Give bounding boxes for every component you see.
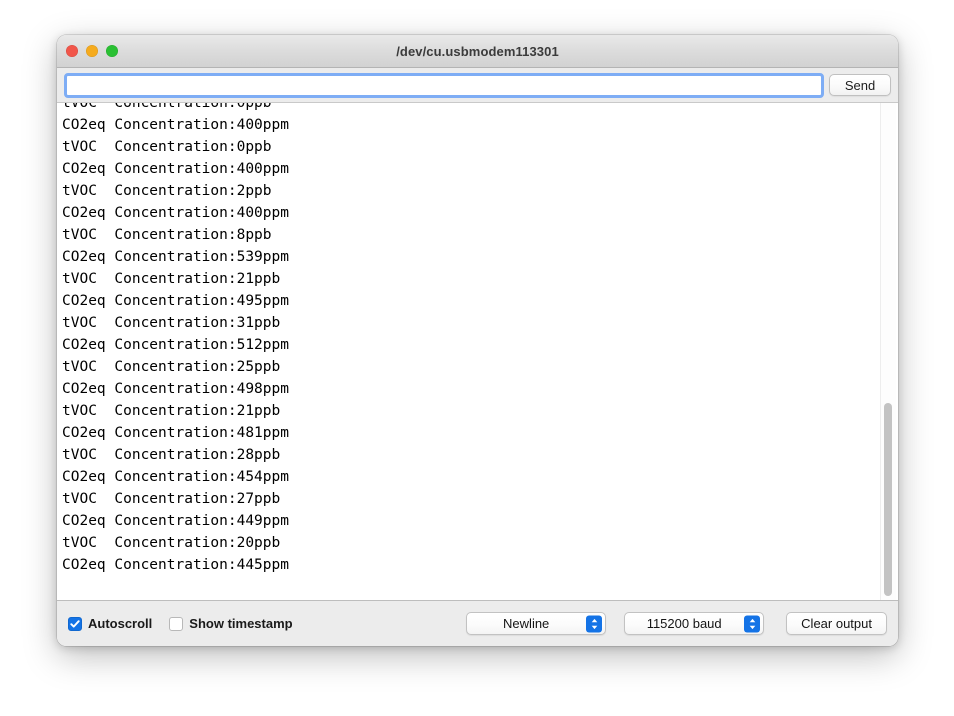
- serial-monitor-window: /dev/cu.usbmodem113301 Send tVOC Concent…: [57, 35, 898, 646]
- line-ending-select[interactable]: Newline: [466, 612, 607, 635]
- show-timestamp-checkbox[interactable]: [169, 616, 184, 631]
- line-ending-value: Newline: [503, 616, 550, 631]
- window-controls: [66, 35, 118, 67]
- console-line: CO2eq Concentration:495ppm: [62, 293, 289, 309]
- autoscroll-checkbox-group[interactable]: Autoscroll: [68, 616, 152, 631]
- console-output-area[interactable]: tVOC Concentration:0ppb CO2eq Concentrati…: [57, 103, 898, 601]
- desktop-background: /dev/cu.usbmodem113301 Send tVOC Concent…: [0, 0, 954, 716]
- console-scrollbar[interactable]: [880, 103, 896, 600]
- clear-output-button[interactable]: Clear output: [786, 612, 887, 635]
- console-line: CO2eq Concentration:454ppm: [62, 469, 289, 485]
- console-output-text: tVOC Concentration:0ppb CO2eq Concentrati…: [57, 103, 898, 576]
- baud-rate-value: 115200 baud: [646, 616, 722, 631]
- minimize-button[interactable]: [86, 45, 98, 57]
- console-line: tVOC Concentration:21ppb: [62, 271, 281, 287]
- baud-rate-select[interactable]: 115200 baud: [624, 612, 765, 635]
- console-line: tVOC Concentration:28ppb: [62, 447, 281, 463]
- console-line: CO2eq Concentration:512ppm: [62, 337, 289, 353]
- maximize-button[interactable]: [106, 45, 118, 57]
- console-line: tVOC Concentration:0ppb: [62, 139, 272, 155]
- console-line: CO2eq Concentration:400ppm: [62, 117, 289, 133]
- send-button[interactable]: Send: [829, 74, 891, 96]
- console-line: tVOC Concentration:27ppb: [62, 491, 281, 507]
- window-titlebar[interactable]: /dev/cu.usbmodem113301: [57, 35, 898, 68]
- console-line: CO2eq Concentration:498ppm: [62, 381, 289, 397]
- console-line: CO2eq Concentration:449ppm: [62, 513, 289, 529]
- console-line: tVOC Concentration:20ppb: [62, 535, 281, 551]
- show-timestamp-label: Show timestamp: [189, 616, 293, 631]
- console-line: CO2eq Concentration:400ppm: [62, 205, 289, 221]
- console-line: tVOC Concentration:2ppb: [62, 183, 272, 199]
- console-scrollbar-thumb[interactable]: [884, 403, 892, 596]
- console-line: CO2eq Concentration:539ppm: [62, 249, 289, 265]
- autoscroll-label: Autoscroll: [88, 616, 153, 631]
- checkmark-icon: [70, 619, 80, 628]
- console-line: CO2eq Concentration:481ppm: [62, 425, 289, 441]
- console-line: tVOC Concentration:21ppb: [62, 403, 281, 419]
- chevron-up-down-icon: [744, 615, 761, 632]
- autoscroll-checkbox[interactable]: [68, 616, 82, 631]
- console-line: CO2eq Concentration:400ppm: [62, 161, 289, 177]
- window-title: /dev/cu.usbmodem113301: [396, 43, 559, 59]
- console-line: tVOC Concentration:25ppb: [62, 359, 281, 375]
- close-button[interactable]: [66, 45, 78, 57]
- show-timestamp-checkbox-group[interactable]: Show timestamp: [169, 616, 293, 631]
- bottom-toolbar: Autoscroll Show timestamp Newline 115200…: [57, 601, 898, 646]
- serial-send-input[interactable]: [64, 72, 824, 98]
- console-line: tVOC Concentration:0ppb: [62, 103, 272, 111]
- console-line: tVOC Concentration:31ppb: [62, 315, 281, 331]
- console-line: CO2eq Concentration:445ppm: [62, 557, 289, 573]
- send-bar: Send: [57, 68, 898, 103]
- console-line: tVOC Concentration:8ppb: [62, 227, 272, 243]
- chevron-up-down-icon: [586, 615, 603, 632]
